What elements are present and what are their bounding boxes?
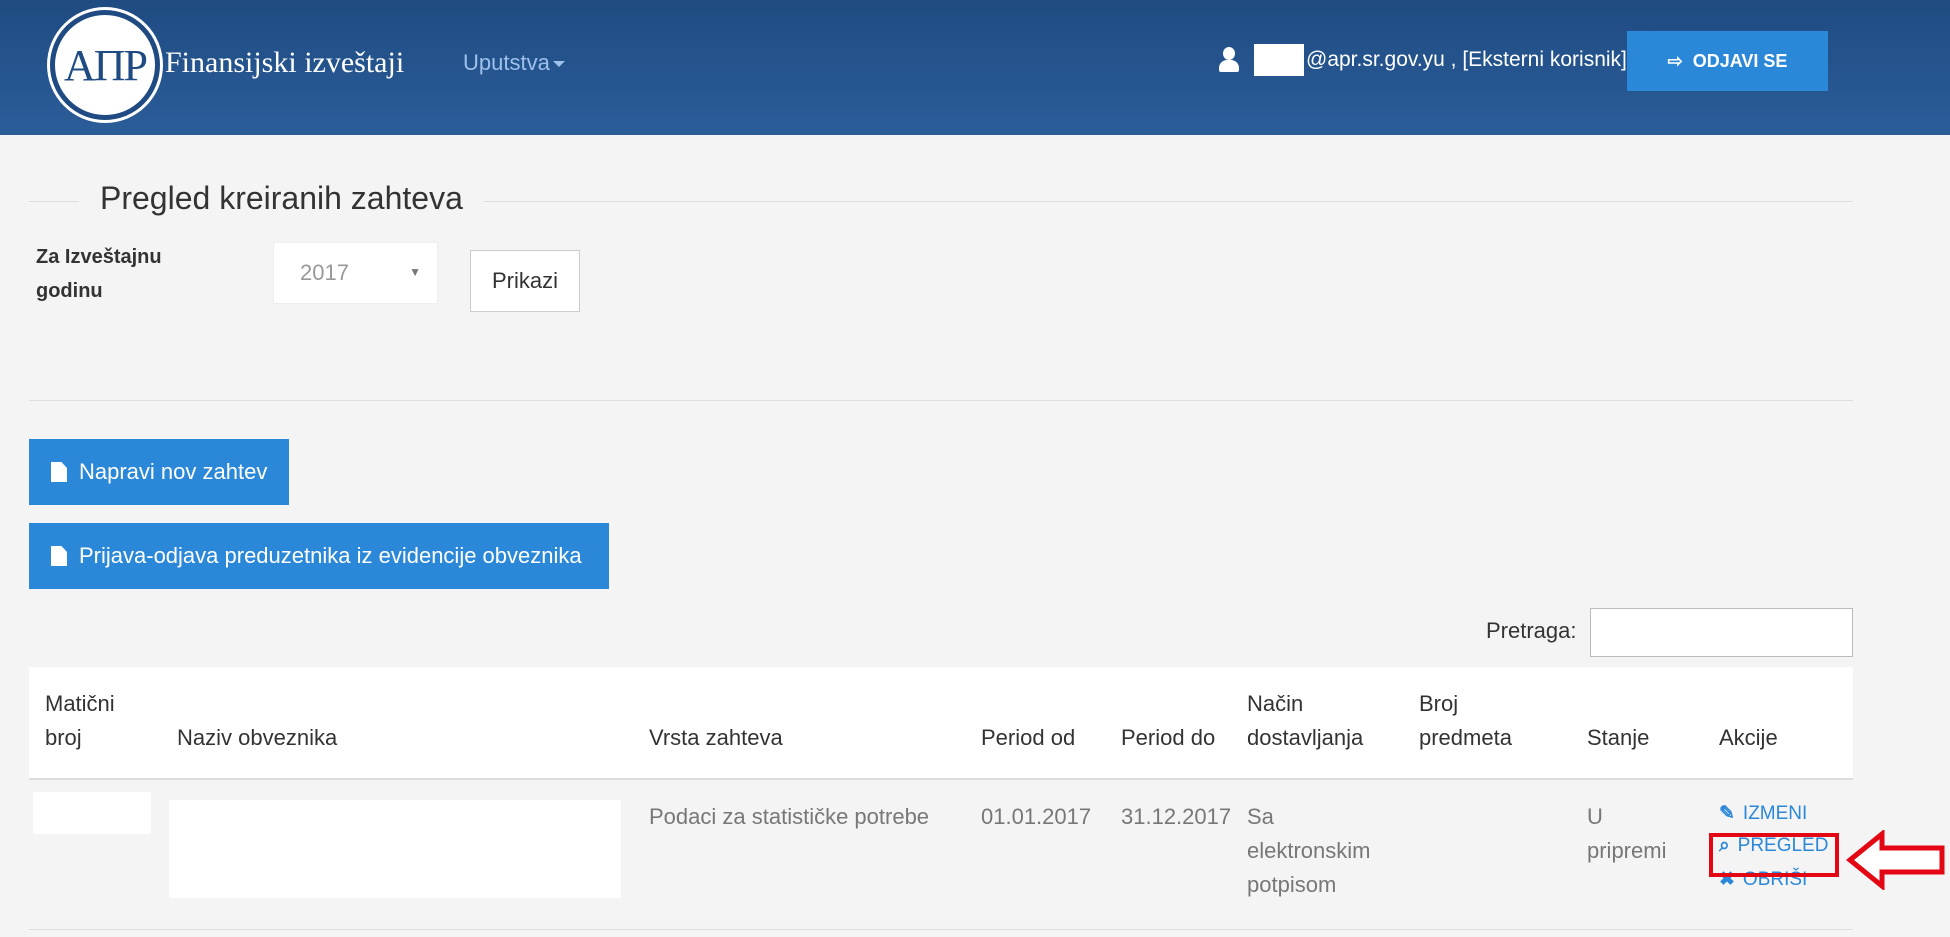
show-button[interactable]: Prikazi xyxy=(470,250,580,312)
new-request-label: Napravi nov zahtev xyxy=(79,459,268,484)
user-icon xyxy=(1218,47,1240,73)
register-entrepreneur-label: Prijava-odjava preduzetnika iz evidencij… xyxy=(79,543,582,568)
logout-icon: ⇨ xyxy=(1667,50,1683,71)
register-entrepreneur-button[interactable]: Prijava-odjava preduzetnika iz evidencij… xyxy=(29,523,609,589)
page-title: Pregled kreiranih zahteva xyxy=(100,180,463,216)
user-info: @apr.sr.gov.yu , [Eksterni korisnik] xyxy=(1218,44,1627,76)
cell-request-type: Podaci za statističke potrebe xyxy=(649,804,930,829)
document-icon xyxy=(51,546,67,566)
top-navbar: АПР Finansijski izveštaji Uputstva @apr.… xyxy=(0,0,1950,135)
instructions-menu[interactable]: Uputstva xyxy=(463,50,565,76)
requests-table: Matični broj Naziv obveznika Vrsta zahte… xyxy=(29,667,1853,930)
column-status[interactable]: Stanje xyxy=(1587,721,1649,755)
year-select[interactable]: 2017 ▼ xyxy=(273,242,438,304)
cell-period-from: 01.01.2017 xyxy=(981,804,1092,829)
column-case-no[interactable]: Broj predmeta xyxy=(1419,687,1529,755)
legend-rule-right xyxy=(484,201,1853,202)
edit-action[interactable]: ✎ IZMENI xyxy=(1719,802,1807,825)
year-label: Za Izveštajnu godinu xyxy=(36,246,162,302)
instructions-label: Uputstva xyxy=(463,50,550,75)
section-divider xyxy=(29,400,1853,401)
column-period-from[interactable]: Period od xyxy=(981,721,1075,755)
view-action-highlight xyxy=(1709,833,1839,877)
cell-period-to: 31.12.2017 xyxy=(1121,804,1232,829)
logout-label: ODJAVI SE xyxy=(1692,50,1788,71)
redacted-username xyxy=(1254,44,1304,76)
brand-title[interactable]: Finansijski izveštaji xyxy=(165,46,404,80)
caret-down-icon xyxy=(552,61,565,68)
table-header: Matični broj Naziv obveznika Vrsta zahte… xyxy=(29,667,1853,780)
search-input[interactable] xyxy=(1590,608,1853,657)
logo-text: АПР xyxy=(63,40,148,90)
table-row: Podaci za statističke potrebe 01.01.2017… xyxy=(29,780,1853,930)
apr-logo[interactable]: АПР xyxy=(50,10,160,120)
year-select-value: 2017 xyxy=(300,260,349,285)
new-request-button[interactable]: Napravi nov zahtev xyxy=(29,439,289,505)
logout-button[interactable]: ⇨ ODJAVI SE xyxy=(1627,31,1828,91)
redacted-registration-no xyxy=(33,792,151,834)
search-label: Pretraga: xyxy=(1486,618,1577,643)
legend-rule-left xyxy=(29,201,79,202)
user-email-role: @apr.sr.gov.yu , [Eksterni korisnik] xyxy=(1306,48,1627,71)
column-registration-no[interactable]: Matični broj xyxy=(45,687,135,755)
document-icon xyxy=(51,462,67,482)
column-request-type[interactable]: Vrsta zahteva xyxy=(649,721,783,755)
column-name[interactable]: Naziv obveznika xyxy=(177,721,337,755)
cell-status: U pripremi xyxy=(1587,804,1667,863)
column-actions: Akcije xyxy=(1719,725,1778,750)
column-period-to[interactable]: Period do xyxy=(1121,721,1215,755)
edit-action-label: IZMENI xyxy=(1742,802,1808,824)
chevron-down-icon: ▼ xyxy=(409,265,421,279)
column-delivery[interactable]: Način dostavljanja xyxy=(1247,687,1387,755)
redacted-name xyxy=(169,800,621,898)
arrow-left-icon xyxy=(1846,830,1945,890)
cell-delivery: Sa elektronskim potpisom xyxy=(1247,804,1371,897)
edit-icon: ✎ xyxy=(1719,803,1735,824)
